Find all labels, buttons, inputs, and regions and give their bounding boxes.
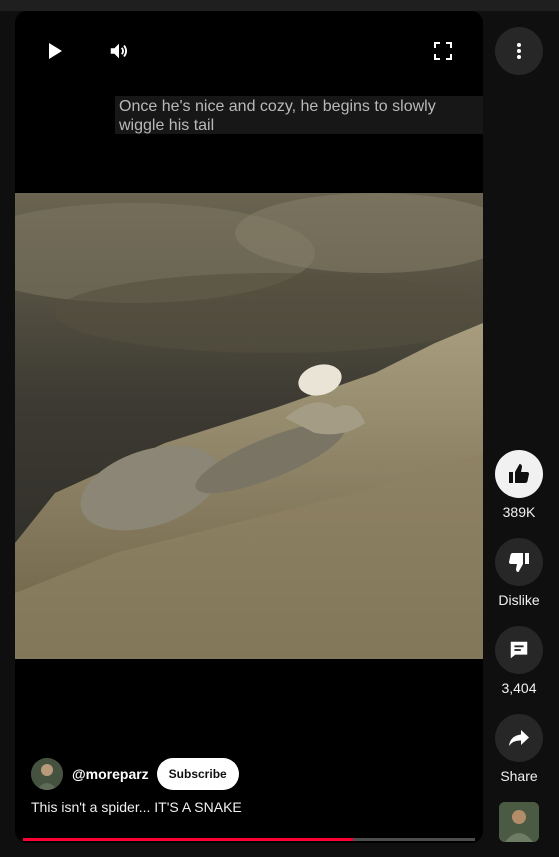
play-icon: [49, 43, 62, 59]
volume-button[interactable]: [106, 38, 132, 64]
like-button[interactable]: [495, 450, 543, 498]
share-button[interactable]: [495, 714, 543, 762]
more-vertical-icon: [517, 43, 521, 59]
comments-button[interactable]: [495, 626, 543, 674]
progress-bar[interactable]: [23, 838, 475, 841]
channel-avatar[interactable]: [31, 758, 63, 790]
more-options-button[interactable]: [495, 27, 543, 75]
play-button[interactable]: [43, 39, 67, 63]
fullscreen-button[interactable]: [430, 38, 456, 64]
dislike-label: Dislike: [498, 592, 540, 608]
comment-count: 3,404: [501, 680, 537, 696]
like-count: 389K: [502, 504, 536, 520]
caption-text: Once he's nice and cozy, he begins to sl…: [115, 96, 483, 134]
fullscreen-icon: [434, 42, 452, 60]
volume-icon: [110, 43, 128, 59]
video-frame[interactable]: [15, 193, 483, 659]
dislike-button[interactable]: [495, 538, 543, 586]
shorts-player[interactable]: Once he's nice and cozy, he begins to sl…: [15, 11, 483, 843]
channel-row: @moreparz Subscribe: [31, 758, 239, 790]
share-icon: [509, 730, 529, 746]
channel-handle[interactable]: @moreparz: [72, 766, 149, 782]
comment-icon: [510, 641, 528, 659]
top-bar: [0, 0, 559, 11]
thumbs-up-icon: [509, 464, 529, 483]
subscribe-button[interactable]: Subscribe: [156, 758, 239, 790]
share-label: Share: [500, 768, 538, 784]
progress-fill: [23, 838, 353, 841]
thumbs-down-icon: [509, 553, 529, 572]
sound-channel-thumbnail[interactable]: [499, 802, 539, 842]
video-title[interactable]: This isn't a spider... IT'S A SNAKE: [31, 799, 242, 815]
